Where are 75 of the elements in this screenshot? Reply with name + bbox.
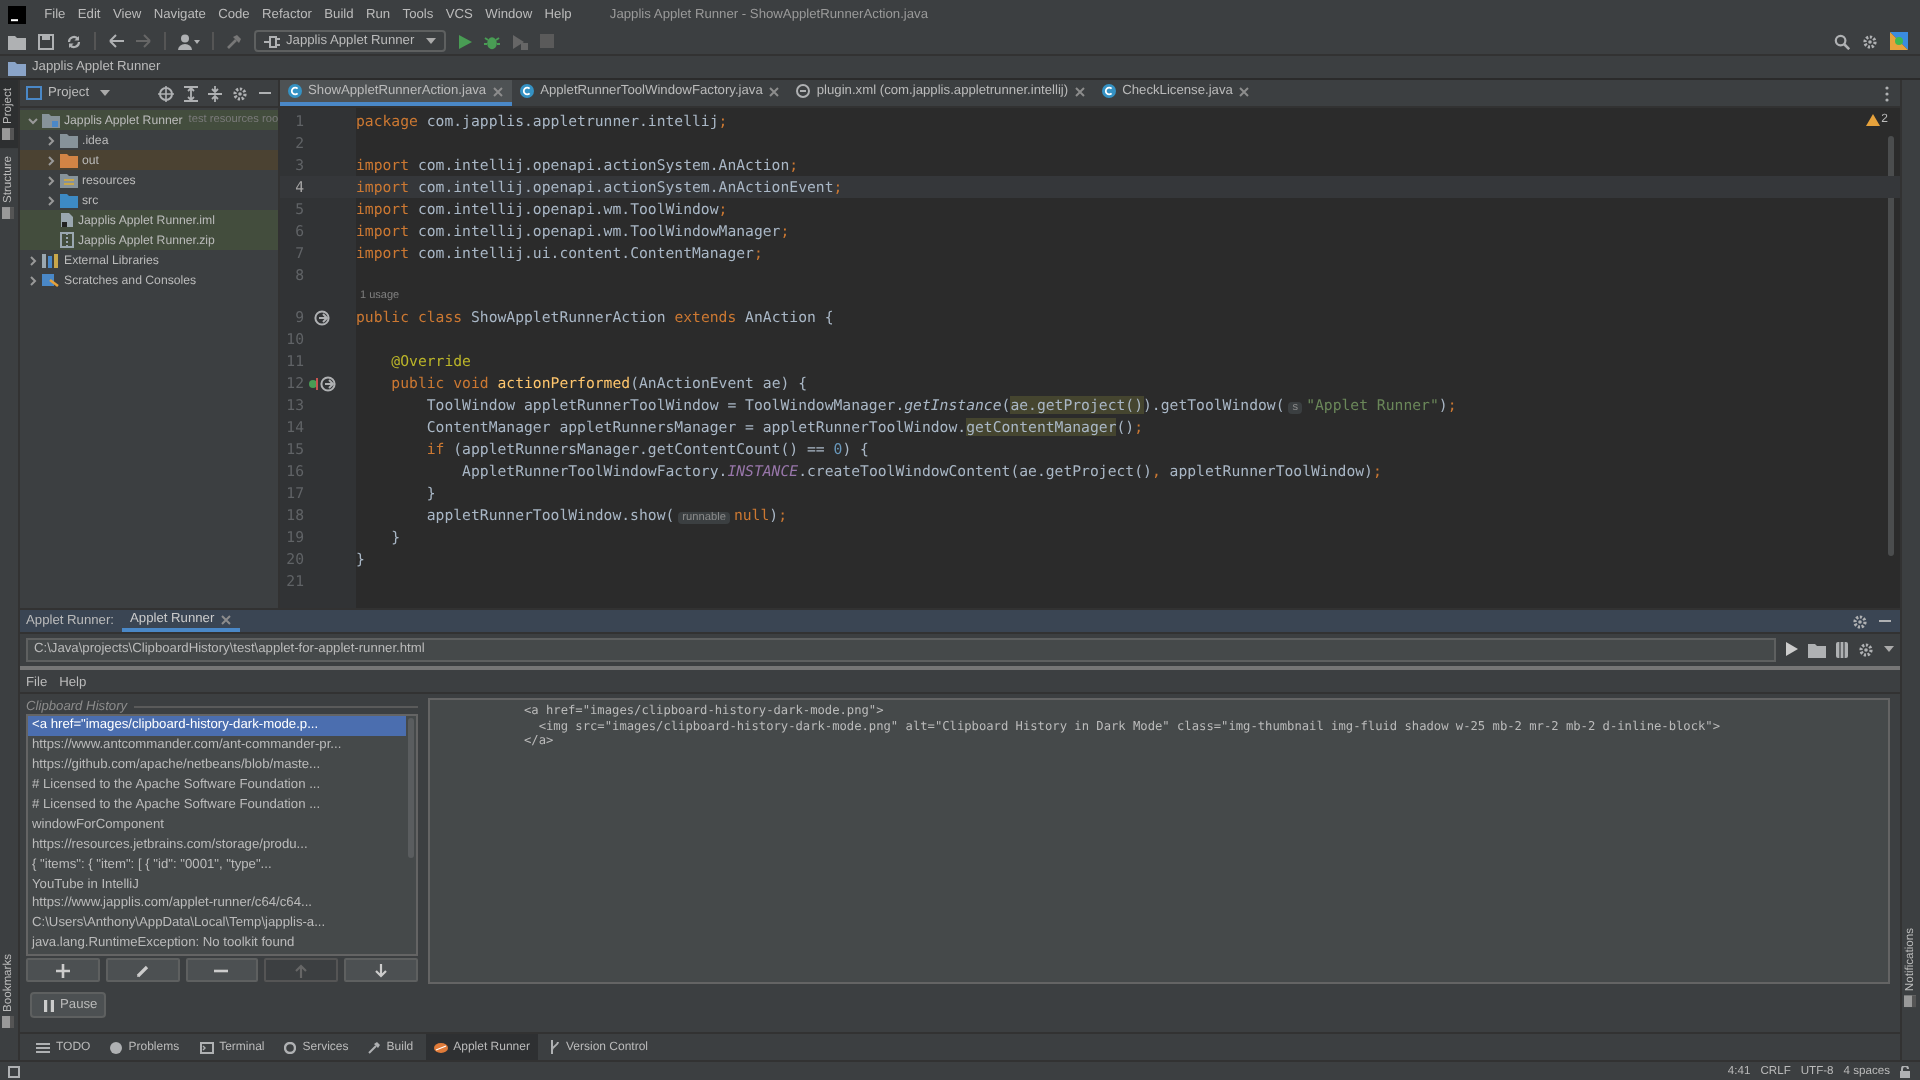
override-icon[interactable] — [308, 375, 318, 391]
chevron-right-icon[interactable] — [28, 255, 38, 265]
panel-icon — [3, 1016, 15, 1028]
window-icon[interactable] — [8, 1065, 20, 1077]
edit-button[interactable] — [105, 958, 180, 982]
list-icon — [36, 1041, 50, 1053]
branch-icon — [549, 1040, 560, 1054]
pause-icon — [44, 999, 54, 1011]
collapse-all-icon[interactable] — [208, 85, 222, 101]
run-icon[interactable] — [1786, 642, 1798, 656]
up-arrow-icon — [294, 963, 309, 977]
lock-icon[interactable] — [1900, 1065, 1910, 1077]
close-icon[interactable] — [220, 613, 233, 625]
coffee-bean-icon — [433, 1041, 448, 1053]
panel-icon — [3, 207, 15, 220]
clipboard-history-list[interactable] — [26, 714, 418, 956]
class-icon — [288, 84, 302, 98]
archive-icon — [60, 232, 74, 248]
plus-icon — [55, 963, 70, 977]
plugin-icon — [796, 84, 811, 98]
pencil-icon — [135, 963, 150, 977]
settings-icon[interactable] — [232, 85, 248, 101]
resources-folder-icon — [60, 172, 78, 188]
file-icon — [60, 212, 74, 228]
class-icon — [520, 84, 535, 98]
scratch-icon — [42, 272, 60, 288]
hammer-icon — [368, 1041, 381, 1053]
panel-icon — [3, 128, 15, 141]
library-icon — [42, 252, 60, 268]
remove-button[interactable] — [185, 958, 259, 982]
implemented-icon[interactable] — [314, 309, 330, 325]
save-icon[interactable] — [38, 33, 54, 49]
chevron-right-icon[interactable] — [28, 275, 38, 285]
chevron-right-icon[interactable] — [46, 155, 56, 165]
chevron-down-icon[interactable] — [28, 115, 38, 125]
plug-icon — [264, 34, 280, 48]
info-icon — [110, 1041, 123, 1053]
services-icon — [284, 1041, 297, 1053]
settings-icon[interactable] — [1862, 33, 1878, 49]
terminal-icon — [199, 1041, 214, 1053]
app-logo — [8, 5, 26, 23]
back-arrow-icon[interactable] — [108, 34, 124, 48]
close-icon[interactable] — [1238, 85, 1251, 97]
expand-all-icon[interactable] — [184, 85, 198, 101]
caret-icon — [99, 90, 110, 96]
scrollbar[interactable] — [1888, 136, 1894, 556]
close-icon[interactable] — [492, 85, 505, 97]
panel-icon — [26, 86, 42, 100]
chevron-right-icon[interactable] — [46, 135, 56, 145]
folder-icon[interactable] — [1808, 641, 1826, 657]
run-icon[interactable] — [458, 33, 473, 49]
down-arrow-icon — [374, 963, 389, 977]
chevron-right-icon[interactable] — [46, 175, 56, 185]
caret-icon — [1884, 646, 1894, 652]
implemented-icon[interactable] — [320, 375, 336, 391]
caret-icon — [426, 38, 437, 44]
target-icon[interactable] — [158, 85, 174, 101]
more-icon[interactable] — [1884, 85, 1890, 101]
minimize-icon[interactable] — [258, 86, 272, 100]
module-folder-icon — [42, 112, 60, 128]
warning-icon — [1865, 114, 1880, 126]
close-icon[interactable] — [768, 85, 781, 97]
add-button[interactable] — [26, 958, 100, 982]
book-icon[interactable] — [1836, 641, 1848, 657]
hammer-icon[interactable] — [226, 33, 242, 49]
search-icon[interactable] — [1834, 33, 1850, 49]
sync-icon[interactable] — [66, 33, 82, 49]
person-icon[interactable] — [178, 33, 200, 49]
chevron-right-icon[interactable] — [46, 195, 56, 205]
debug-icon[interactable] — [484, 33, 501, 49]
minimize-icon[interactable] — [1878, 614, 1892, 628]
class-icon — [1102, 84, 1117, 98]
close-icon[interactable] — [1074, 85, 1087, 97]
panel-icon — [1905, 996, 1917, 1008]
move-down-button[interactable] — [344, 958, 418, 982]
